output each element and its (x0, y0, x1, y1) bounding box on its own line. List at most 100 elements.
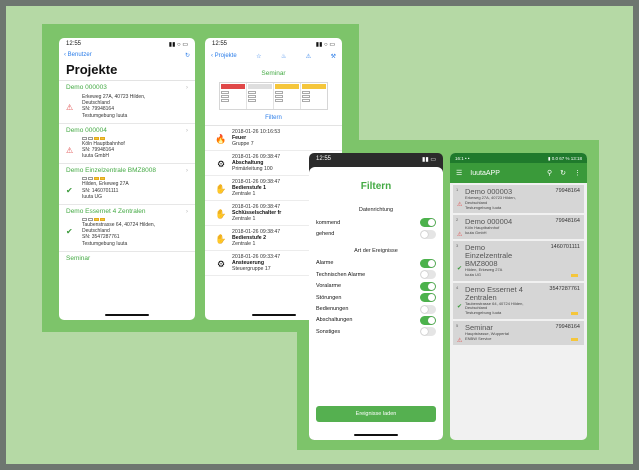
project-card[interactable]: 3 Demo Einzelzentrale BMZ8008 1460701111 Hild… (453, 240, 584, 281)
status-bar: 16:1 • • ▮ 0.0 67 % 13:18 (450, 153, 587, 163)
project-card[interactable]: 4 Demo Essernet 4 Zentralen 3547287761 Taube… (453, 282, 584, 319)
option-label: Voralarme (316, 283, 342, 290)
warning-icon[interactable]: ⚠ (306, 53, 311, 60)
project-card[interactable]: 1 Demo 000003 79948164 Erkeweg 27A, 40723 H… (453, 185, 584, 214)
toggle-switch[interactable] (420, 270, 436, 280)
option-label: gehend (316, 231, 335, 238)
more-icon[interactable]: ⋮ (574, 169, 581, 177)
status-indicators (82, 218, 155, 222)
project-name: Seminar (66, 254, 91, 262)
status-bar: 12:55 ▮▮ ▭ (309, 153, 443, 164)
project-lines: Taubenstrasse 64, 40724 Hilden, Deutschla… (82, 218, 155, 247)
status-indicators (82, 177, 129, 181)
toggle-switch[interactable] (420, 218, 436, 228)
status-tag (571, 273, 578, 277)
card-serial: 79948164 (555, 323, 580, 330)
page-title: Projekte (66, 62, 118, 77)
filter-button[interactable]: Filtern (205, 110, 342, 126)
filter-option: gehend (309, 228, 443, 239)
toggle-switch[interactable] (420, 258, 436, 268)
option-label: Sonstiges (316, 328, 341, 335)
list-item-partial[interactable]: Seminar (59, 252, 195, 266)
option-label: Technischen Alarme (316, 271, 366, 278)
list-item[interactable]: Demo Einzelzentrale BMZ8008 › ✔ Hilden, Erk… (59, 164, 195, 206)
list-item[interactable]: Demo 000003 › ⚠ Erkeweg 27A, 40723 Hilden, D… (59, 81, 195, 124)
search-icon[interactable]: ⚲ (547, 169, 552, 177)
sheet-title: Filtern (360, 181, 392, 192)
alarm-icon: ⚠ (66, 103, 74, 112)
chevron-right-icon: › (185, 208, 188, 216)
back-button[interactable]: Benutzer (68, 52, 92, 58)
card-serial: 79948164 (555, 218, 580, 225)
check-icon: ✔ (66, 227, 73, 237)
project-line: Iuuta UG (82, 193, 103, 200)
project-title-row: Demo Einzelzentrale BMZ8008 › (66, 167, 188, 174)
fire-icon: 🔥 (215, 134, 227, 144)
project-card[interactable]: 5 Seminar 79948164 Hauptstrasse, Wuppertal E… (453, 320, 584, 345)
card-line: Iuuta UG (465, 271, 482, 277)
event-sub: Zentrale 1 (232, 241, 256, 247)
list-item[interactable]: Demo Essernet 4 Zentralen › ✔ Taubenstrasse… (59, 205, 195, 252)
ios-filter-screen: 12:55 ▮▮ ▭ Filtern Datenrichtung kommend… (309, 153, 443, 440)
event-text: 2018-01-26 09:38:47 Bedienstufe 2 Zentrale… (232, 229, 280, 247)
toggle-switch[interactable] (420, 315, 436, 325)
project-card[interactable]: 2 Demo 000004 79948164 Köln Hauptbahnhof Iuu… (453, 215, 584, 239)
ios-projects-screen: 12:55 ▮▮ ○ ▭ ‹ Benutzer ↻ Projekte Demo … (59, 38, 195, 320)
chevron-right-icon: › (185, 167, 188, 175)
check-icon: ✔ (66, 186, 73, 196)
status-icons: ▮▮ ○ ▭ (168, 42, 188, 48)
event-row[interactable]: 🔥 2018-01-26 10:16:53 Feuer Gruppe 7 (205, 126, 342, 151)
option-label: Störungen (316, 294, 342, 301)
project-line: Hilden, Erkeweg 27A (82, 181, 129, 188)
card-index: 4 (456, 284, 459, 290)
project-line: Iuuta GmbH (82, 153, 109, 160)
fire-icon[interactable]: ♨ (281, 53, 286, 60)
event-text: 2018-01-26 09:38:47 Abschaltung Primärleit… (232, 154, 280, 172)
android-app-screen: 16:1 • • ▮ 0.0 67 % 13:18 ☰ IuutaAPP ⚲ ↻… (450, 153, 587, 440)
load-events-button[interactable]: Ereignisse laden (316, 406, 436, 422)
card-index: 3 (456, 242, 459, 248)
event-sub: Primärleitung 100 (232, 166, 273, 172)
project-line: Testumgebung Iuuta (82, 240, 128, 247)
status-tag (571, 311, 578, 315)
list-item[interactable]: Demo 000004 › ⚠ Köln Hauptbahnhof SN: 799481… (59, 124, 195, 165)
option-label: Alarme (316, 260, 334, 267)
toggle-switch[interactable] (420, 304, 436, 314)
toggle-switch[interactable] (420, 229, 436, 239)
alarm-icon: ⚠ (457, 202, 463, 208)
status-icons: ▮▮ ○ ▭ (315, 42, 335, 48)
event-text: 2018-01-26 09:38:47 Bedienstufe 1 Zentrale… (232, 179, 280, 197)
section-heading-types: Art der Ereignisse (354, 247, 398, 254)
event-text: 2018-01-26 09:33:47 Ansteuerung Steuergrup… (232, 254, 280, 272)
event-sub: Steuergruppe 17 (232, 266, 271, 272)
project-lines: Köln Hauptbahnhof SN: 79948164 Iuuta GmbH (82, 136, 125, 160)
refresh-icon[interactable]: ↻ (560, 169, 566, 177)
toggle-switch[interactable] (420, 293, 436, 303)
filter-option: Technischen Alarme (309, 269, 443, 280)
toggle-switch[interactable] (420, 281, 436, 291)
card-lines: Erkeweg 27A, 40723 Hilden, Deutschland Tes… (465, 195, 580, 210)
event-sub: Gruppe 7 (232, 141, 254, 147)
gear-icon: ⚙ (216, 259, 226, 269)
project-name: Demo Einzelzentrale BMZ8008 (66, 167, 156, 175)
filter-option: Störungen (309, 292, 443, 303)
star-icon[interactable]: ☆ (256, 53, 261, 60)
status-time: 12:55 (316, 156, 332, 162)
section-heading-direction: Datenrichtung (358, 207, 394, 213)
toggle-switch[interactable] (420, 327, 436, 337)
menu-icon[interactable]: ☰ (456, 169, 462, 177)
tools-icon[interactable]: ⚒ (331, 53, 336, 60)
refresh-icon[interactable]: ↻ (185, 52, 190, 59)
card-name: Demo Essernet 4 Zentralen (465, 285, 523, 302)
nav-bar: ‹ Benutzer ↻ (59, 49, 195, 61)
status-indicators (82, 136, 125, 140)
card-header: Demo Essernet 4 Zentralen 3547287761 (457, 285, 580, 302)
status-icons: ▮▮ ▭ (422, 157, 436, 163)
card-index: 2 (456, 217, 459, 223)
project-title: Seminar (261, 70, 286, 77)
home-indicator (105, 314, 149, 316)
chevron-right-icon: › (185, 84, 188, 91)
chevron-right-icon: › (185, 126, 188, 134)
back-button[interactable]: ‹ Projekte (211, 53, 237, 59)
hand-icon: ✋ (215, 234, 227, 244)
